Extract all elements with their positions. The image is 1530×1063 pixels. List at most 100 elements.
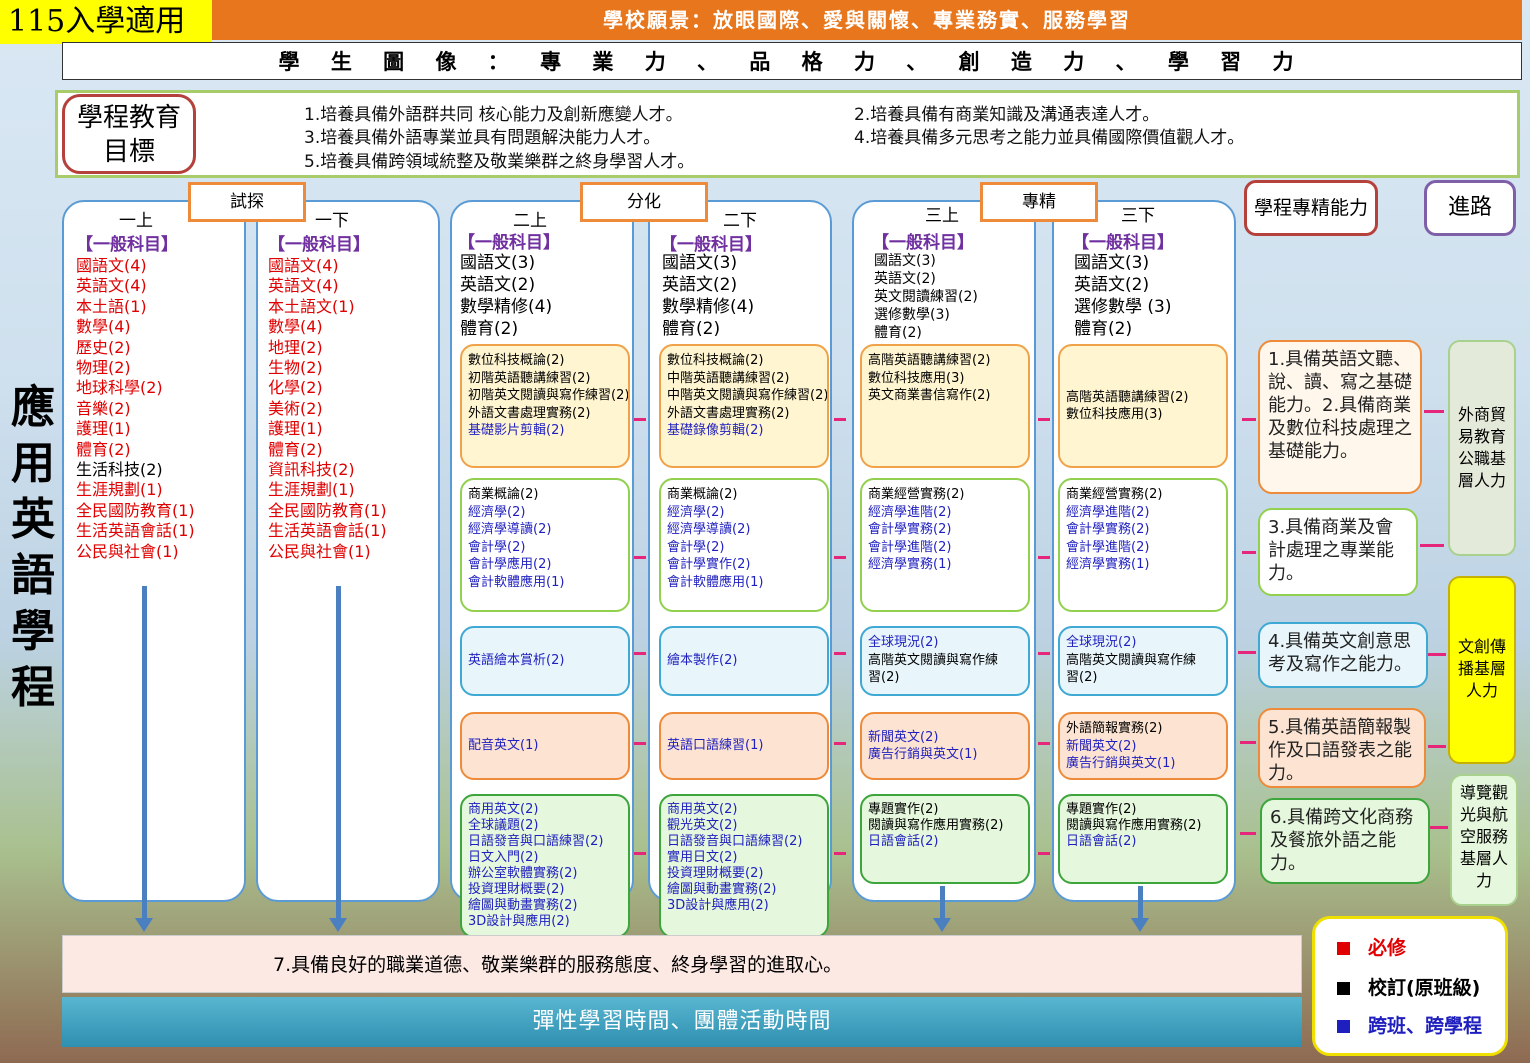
competency-5: 5.具備英語簡報製作及口語發表之能力。: [1258, 708, 1426, 788]
course-item: 會計學(2): [468, 539, 526, 555]
course-item: 日語發音與口語練習(2): [667, 834, 803, 849]
course-item: 商業經營實務(2): [1066, 487, 1163, 502]
square-icon: [1337, 1020, 1350, 1033]
general-course: 英語文(2): [662, 275, 738, 295]
course-group-box: 英語口語練習(1): [659, 712, 829, 780]
competency-6: 6.具備跨文化商務及餐旅外語之能力。: [1260, 798, 1430, 884]
course-item: 物理(2): [76, 358, 131, 378]
semester-label: 一上: [119, 211, 153, 231]
course-item: 經濟學實務(1): [868, 557, 952, 572]
general-course: 國語文(3): [662, 253, 738, 273]
course-item: 數位科技概論(2): [468, 353, 565, 368]
course-item: 習(2): [868, 670, 900, 685]
square-icon: [1337, 942, 1350, 955]
course-item: 高階英語聽講練習(2): [868, 353, 991, 368]
goal-5: 5.培養具備跨領域統整及敬業樂群之終身學習人才。: [304, 152, 695, 172]
general-course: 體育(2): [460, 319, 519, 339]
course-item: 會計學實務(2): [868, 522, 952, 537]
general-course: 國語文(3): [1074, 253, 1150, 273]
course-item: 生涯規劃(1): [76, 480, 163, 500]
pathway-trade-education: 外商貿易教育公職基層人力: [1448, 340, 1516, 556]
course-item: 數位科技應用(3): [868, 370, 965, 386]
course-group-box: 外語簡報實務(2) 新聞英文(2) 廣告行銷與英文(1): [1058, 712, 1228, 780]
course-group-box: 專題實作(2) 閱讀與寫作應用實務(2) 日語會話(2): [1058, 794, 1228, 884]
pathway-tourism-aviation: 導覽觀光與航空服務基層人力: [1450, 774, 1518, 906]
course-group-box: 繪本製作(2): [659, 626, 829, 696]
course-group-box: 商用英文(2) 全球議題(2) 日語發音與口語練習(2) 日文入門(2) 辦公室軟體實務…: [460, 794, 630, 938]
general-course: 體育(2): [662, 319, 721, 339]
course-item: 生活英語會話(1): [268, 521, 387, 541]
arrow: [1430, 826, 1448, 829]
connector-dash: [1038, 556, 1050, 559]
course-item: 高階英語聽講練習(2): [1066, 389, 1189, 405]
course-group-box: 商業經營實務(2) 經濟學進階(2) 會計學實務(2) 會計學進階(2) 經濟學實務(1…: [1058, 478, 1228, 612]
course-item: 實用日文(2): [667, 850, 738, 865]
course-group-box: 新聞英文(2) 廣告行銷與英文(1): [860, 712, 1030, 780]
semester-label: 一下: [315, 211, 349, 231]
competency-header: 學程專精能力: [1244, 180, 1378, 236]
course-item: 數學(4): [76, 317, 131, 337]
legend-cross: 跨班、跨學程: [1337, 1011, 1482, 1038]
competency-1-2: 1.具備英語文聽、說、讀、寫之基礎能力。2.具備商業及數位科技處理之基礎能力。: [1258, 340, 1422, 494]
course-group-box: 高階英語聽講練習(2) 數位科技應用(3) 英文商業書信寫作(2): [860, 344, 1030, 468]
course-item: 資訊科技(2): [268, 460, 355, 480]
general-course: 選修數學(3): [874, 307, 950, 323]
course-item: 專題實作(2): [1066, 802, 1137, 817]
course-item: 新聞英文(2): [868, 729, 939, 745]
course-item: 護理(1): [268, 419, 323, 439]
flow-arrowhead: [1131, 918, 1149, 932]
general-subjects-label: 【一般科目】: [872, 233, 974, 253]
course-item: 閱讀與寫作應用實務(2): [868, 818, 1004, 833]
pathway-creative-media: 文創傳播基層人力: [1448, 576, 1516, 764]
course-group-box: 商業概論(2) 經濟學(2) 經濟學導讀(2) 會計學(2) 會計學應用(2) 會計軟體應…: [460, 478, 630, 612]
course-item: 經濟學(2): [667, 504, 725, 520]
course-item: 生涯規劃(1): [268, 480, 355, 500]
general-competency-bar: 7.具備良好的職業道德、敬業樂群的服務態度、終身學習的進取心。: [62, 935, 1302, 993]
course-item: 會計學應用(2): [468, 557, 552, 572]
student-portrait-banner: 學 生 圖 像 ： 專 業 力 、 品 格 力 、 創 造 力 、 學 習 力: [62, 42, 1522, 80]
course-item: 公民與社會(1): [268, 541, 371, 561]
general-course: 選修數學 (3): [1074, 297, 1172, 317]
course-item: 經濟學進階(2): [1066, 504, 1150, 520]
course-item: 經濟學實務(1): [1066, 557, 1150, 572]
course-item: 全球現況(2): [1066, 635, 1137, 650]
course-item: 繪本製作(2): [667, 653, 738, 669]
connector-dash: [634, 418, 646, 421]
general-courses-2b: 國語文(3) 英語文(2) 數學精修(4) 體育(2): [662, 252, 754, 340]
course-item: 日語會話(2): [1066, 834, 1137, 849]
general-courses-3a: 國語文(3) 英語文(2) 英文閱讀練習(2) 選修數學(3) 體育(2): [874, 252, 978, 342]
pathway-header: 進路: [1424, 180, 1516, 236]
connector-dash: [634, 852, 646, 855]
course-item: 英文商業書信寫作(2): [868, 388, 991, 403]
course-item: 生活英語會話(1): [76, 521, 195, 541]
course-item: 英語文(4): [268, 276, 339, 296]
general-course: 英語文(2): [874, 271, 936, 287]
course-item: 中階英語聽講練習(2): [667, 370, 790, 386]
course-item: 英語文(4): [76, 276, 147, 296]
course-item: 商用英文(2): [468, 802, 539, 817]
course-item: 會計學實務(2): [1066, 522, 1150, 537]
arrow: [1420, 544, 1444, 547]
course-item: 會計學實作(2): [667, 557, 751, 572]
course-item: 基礎錄像剪輯(2): [667, 423, 764, 438]
course-item: 全球現況(2): [868, 635, 939, 650]
course-list-1b: 國語文(4) 英語文(4) 本土語文(1) 數學(4) 地理(2) 生物(2) 化學(2) 美…: [268, 256, 387, 562]
stage-specialize: 專精: [980, 182, 1098, 222]
general-subjects-label: 【一般科目】: [268, 235, 370, 255]
course-item: 廣告行銷與英文(1): [868, 747, 978, 762]
course-item: 繪圖與動畫實務(2): [667, 882, 777, 897]
goal-1: 1.培養具備外語群共同 核心能力及創新應變人才。: [304, 105, 683, 125]
flow-line: [1138, 886, 1143, 920]
arrow: [1242, 418, 1256, 421]
course-item: 會計學(2): [667, 539, 725, 555]
course-item: 會計軟體應用(1): [667, 574, 764, 590]
course-item: 高階英文閱讀與寫作練: [1066, 652, 1197, 668]
general-course: 數學精修(4): [460, 297, 553, 317]
flow-line: [940, 886, 945, 920]
course-item: 英語口語練習(1): [667, 738, 764, 754]
semester-label: 二下: [723, 211, 757, 231]
legend: 必修 校訂(原班級) 跨班、跨學程: [1312, 916, 1508, 1056]
course-item: 生物(2): [268, 358, 323, 378]
course-item: 經濟學導讀(2): [667, 522, 751, 537]
arrow: [1242, 551, 1256, 554]
